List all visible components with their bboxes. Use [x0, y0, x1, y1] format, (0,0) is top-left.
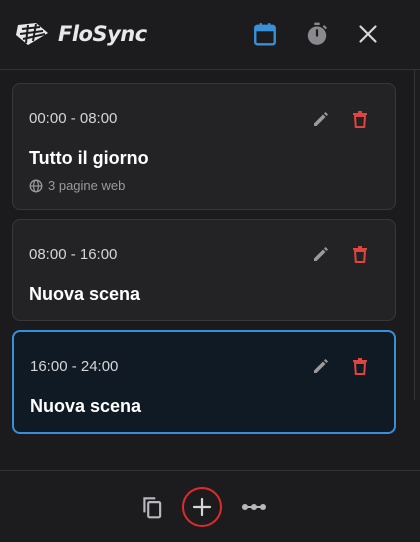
web-pages-count: 3 pagine web [48, 178, 126, 193]
scene-time: 08:00 - 16:00 [29, 246, 118, 263]
edit-button[interactable] [307, 240, 335, 268]
scene-card-selected[interactable]: 16:00 - 24:00 Nuova scena [12, 330, 396, 434]
scene-title: Nuova scena [30, 396, 142, 416]
delete-button[interactable] [346, 240, 374, 268]
edit-button[interactable] [307, 105, 335, 133]
timer-button[interactable] [300, 17, 334, 51]
pencil-icon [311, 244, 331, 264]
brand: FloSync [14, 16, 147, 52]
calendar-button[interactable] [248, 17, 282, 51]
trash-icon [350, 244, 370, 264]
highlight-ring [182, 487, 222, 527]
pencil-icon [311, 109, 331, 129]
app-window: FloSync 00:00 - 08:00 Tutto il giorno 3 … [0, 0, 420, 542]
scene-time: 16:00 - 24:00 [30, 358, 119, 375]
trash-icon [350, 356, 370, 376]
calendar-icon [252, 21, 278, 47]
edit-button[interactable] [307, 352, 335, 380]
trash-icon [350, 109, 370, 129]
scene-meta: 3 pagine web [29, 178, 125, 193]
scrollbar-track[interactable] [414, 70, 420, 400]
copy-icon [139, 494, 165, 520]
flosync-logo-icon [14, 21, 52, 47]
add-scene-button[interactable] [182, 487, 222, 527]
close-icon [357, 23, 379, 45]
app-name: FloSync [58, 22, 147, 46]
delete-button[interactable] [346, 352, 374, 380]
more-horizontal-icon [240, 501, 268, 513]
duplicate-button[interactable] [134, 489, 170, 525]
header-bar: FloSync [0, 0, 420, 70]
close-button[interactable] [351, 17, 385, 51]
scene-title: Nuova scena [29, 284, 141, 304]
pencil-icon [311, 356, 331, 376]
timer-icon [304, 21, 330, 47]
scene-card[interactable]: 00:00 - 08:00 Tutto il giorno 3 pagine w… [12, 83, 396, 210]
more-options-button[interactable] [236, 489, 272, 525]
delete-button[interactable] [346, 105, 374, 133]
scene-card[interactable]: 08:00 - 16:00 Nuova scena [12, 219, 396, 321]
footer-toolbar [0, 470, 420, 542]
scene-time: 00:00 - 08:00 [29, 110, 118, 127]
globe-icon [29, 179, 43, 193]
scene-title: Tutto il giorno [29, 148, 149, 168]
